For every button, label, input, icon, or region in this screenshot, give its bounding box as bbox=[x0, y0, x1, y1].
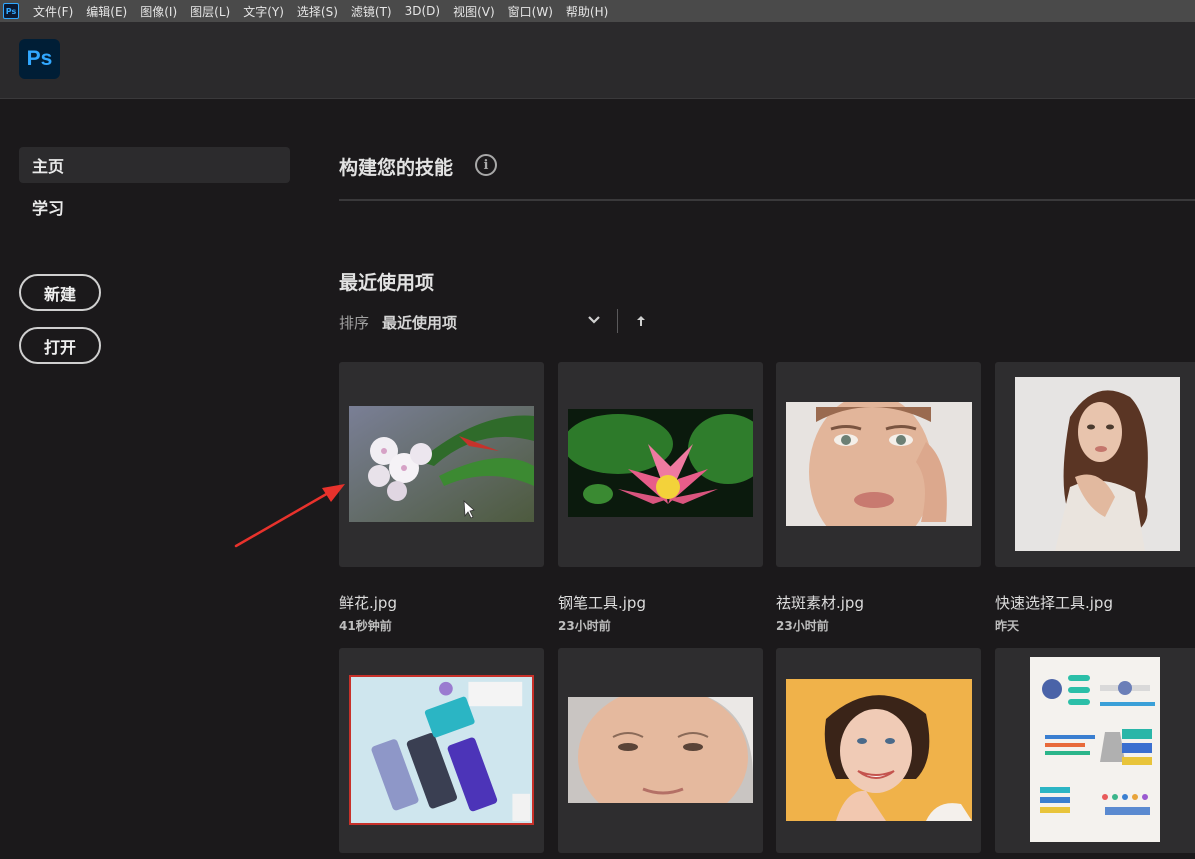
info-icon[interactable]: i bbox=[475, 154, 497, 176]
menu-bar: Ps 文件(F) 编辑(E) 图像(I) 图层(L) 文字(Y) 选择(S) 滤… bbox=[0, 0, 1195, 22]
annotation-arrow-icon bbox=[234, 484, 345, 548]
file-card-freckle[interactable] bbox=[776, 362, 981, 567]
thumbnail-pen-tool bbox=[568, 409, 753, 517]
file-time: 41秒钟前 bbox=[339, 619, 392, 633]
ps-logo: Ps bbox=[19, 39, 60, 79]
sort-separator bbox=[617, 309, 618, 333]
sidebar-item-learn[interactable]: 学习 bbox=[19, 189, 290, 225]
thumbnail-elder-portrait bbox=[568, 697, 753, 803]
recent-title: 最近使用项 bbox=[339, 272, 435, 294]
menu-layer[interactable]: 图层(L) bbox=[184, 3, 237, 20]
menu-view[interactable]: 视图(V) bbox=[447, 3, 502, 20]
new-button[interactable]: 新建 bbox=[19, 274, 101, 311]
thumbnail-phones bbox=[349, 675, 534, 825]
sort-dropdown[interactable]: 最近使用项 bbox=[382, 312, 457, 333]
file-name[interactable]: 祛斑素材.jpg bbox=[776, 592, 864, 613]
skills-title: 构建您的技能 bbox=[339, 157, 454, 179]
photoshop-app-icon[interactable]: Ps bbox=[3, 3, 19, 19]
menu-edit[interactable]: 编辑(E) bbox=[80, 3, 134, 20]
menu-help[interactable]: 帮助(H) bbox=[560, 3, 615, 20]
file-card-flower[interactable] bbox=[339, 362, 544, 567]
file-name[interactable]: 快速选择工具.jpg bbox=[995, 592, 1113, 613]
thumbnail-infographic bbox=[1030, 657, 1160, 842]
sort-direction-icon[interactable] bbox=[636, 315, 646, 327]
chevron-down-icon[interactable] bbox=[586, 313, 602, 327]
file-name[interactable]: 鲜花.jpg bbox=[339, 592, 397, 613]
thumbnail-freckle bbox=[786, 402, 972, 526]
file-card-elder-portrait[interactable] bbox=[558, 648, 763, 853]
sidebar-item-home[interactable]: 主页 bbox=[19, 147, 290, 183]
thumbnail-flower bbox=[349, 406, 534, 522]
file-card-smile-portrait[interactable] bbox=[776, 648, 981, 853]
file-time: 23小时前 bbox=[776, 619, 829, 633]
sort-label: 排序 bbox=[339, 314, 370, 332]
menu-select[interactable]: 选择(S) bbox=[291, 3, 345, 20]
file-card-pen-tool[interactable] bbox=[558, 362, 763, 567]
menu-image[interactable]: 图像(I) bbox=[134, 3, 184, 20]
file-time: 昨天 bbox=[995, 619, 1020, 633]
file-card-infographic[interactable] bbox=[995, 648, 1195, 853]
menu-type[interactable]: 文字(Y) bbox=[237, 3, 291, 20]
menu-file[interactable]: 文件(F) bbox=[27, 3, 80, 20]
thumbnail-quick-select bbox=[1015, 377, 1180, 551]
menu-filter[interactable]: 滤镜(T) bbox=[345, 3, 399, 20]
file-name[interactable]: 钢笔工具.jpg bbox=[558, 592, 646, 613]
file-time: 23小时前 bbox=[558, 619, 611, 633]
menu-3d[interactable]: 3D(D) bbox=[399, 4, 447, 18]
section-divider bbox=[339, 199, 1195, 201]
file-card-phones[interactable] bbox=[339, 648, 544, 853]
app-header: Ps bbox=[0, 22, 1195, 99]
thumbnail-smile-portrait bbox=[786, 679, 972, 821]
open-button[interactable]: 打开 bbox=[19, 327, 101, 364]
menu-window[interactable]: 窗口(W) bbox=[502, 3, 560, 20]
file-card-quick-select[interactable] bbox=[995, 362, 1195, 567]
